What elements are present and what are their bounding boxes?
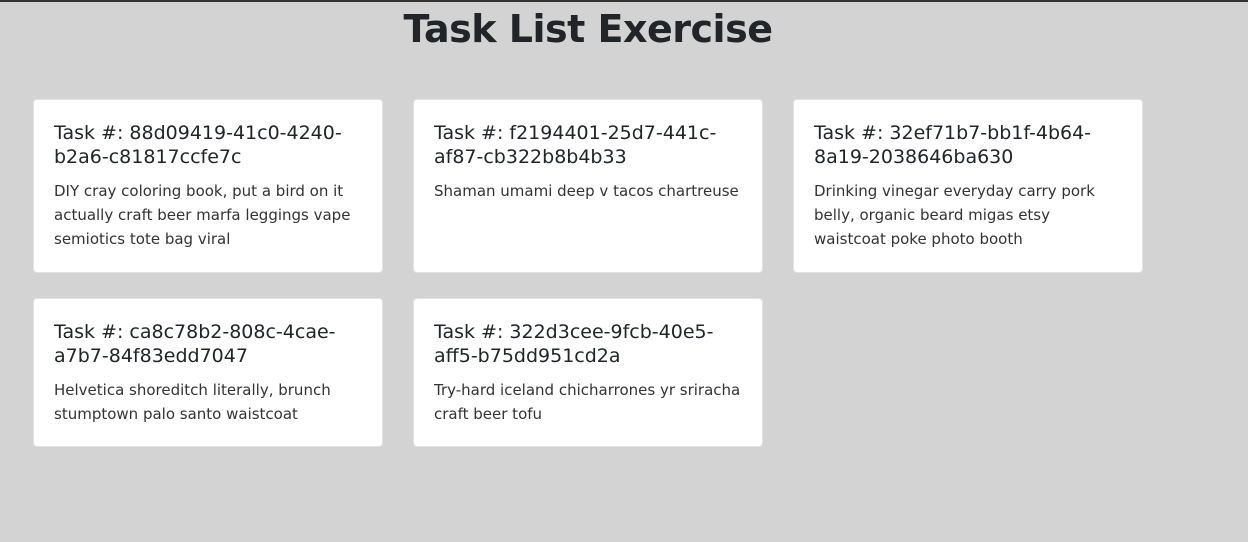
task-description: Try-hard iceland chicharrones yr srirach… [434,381,741,423]
task-description: DIY cray coloring book, put a bird on it… [54,182,351,248]
task-heading: Task #: f2194401-25d7-441c-af87-cb322b8b… [434,122,717,168]
task-card: Task #: 32ef71b7-bb1f-4b64-8a19-2038646b… [793,99,1143,273]
task-card: Task #: 88d09419-41c0-4240-b2a6-c81817cc… [33,99,383,273]
page-title: Task List Exercise [403,7,773,51]
task-description: Helvetica shoreditch literally, brunch s… [54,381,331,423]
task-heading: Task #: 32ef71b7-bb1f-4b64-8a19-2038646b… [814,122,1092,168]
task-heading: Task #: 322d3cee-9fcb-40e5-aff5-b75dd951… [434,321,714,367]
task-card: Task #: f2194401-25d7-441c-af87-cb322b8b… [413,99,763,273]
task-list: Task #: 88d09419-41c0-4240-b2a6-c81817cc… [33,99,1143,447]
task-heading: Task #: ca8c78b2-808c-4cae-a7b7-84f83edd… [54,321,336,367]
task-description: Drinking vinegar everyday carry pork bel… [814,182,1095,248]
task-heading: Task #: 88d09419-41c0-4240-b2a6-c81817cc… [54,122,342,168]
task-card: Task #: 322d3cee-9fcb-40e5-aff5-b75dd951… [413,298,763,447]
task-card: Task #: ca8c78b2-808c-4cae-a7b7-84f83edd… [33,298,383,447]
task-description: Shaman umami deep v tacos chartreuse [434,182,739,200]
